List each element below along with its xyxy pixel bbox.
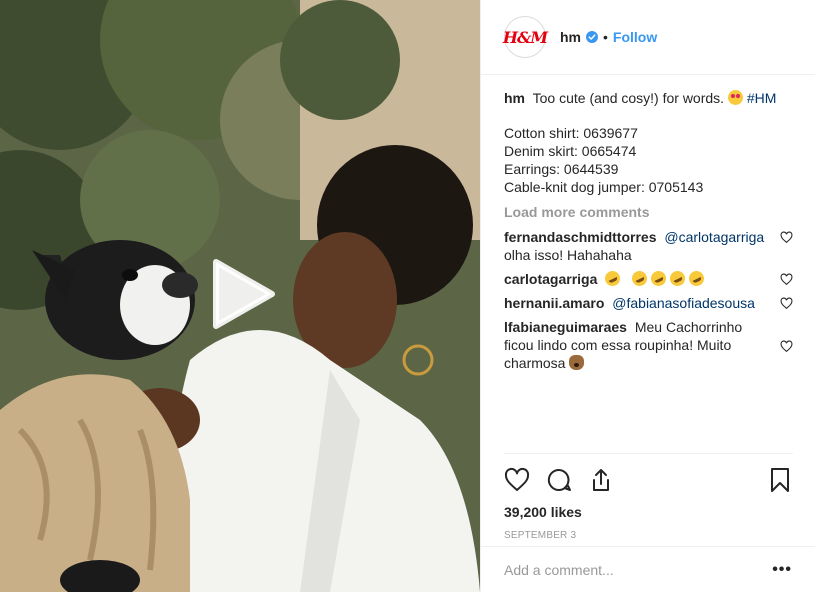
hm-logo: H&M bbox=[502, 27, 548, 47]
bookmark-icon[interactable] bbox=[767, 467, 793, 493]
verified-badge-icon bbox=[586, 31, 598, 43]
heart-eyes-emoji-icon bbox=[727, 90, 743, 105]
comment-item: hernanii.amaro @fabianasofiadesousa bbox=[504, 294, 793, 312]
comment-username[interactable]: carlotagarriga bbox=[504, 271, 597, 287]
comment-text: olha isso! Hahahaha bbox=[504, 247, 632, 263]
comment-mention[interactable]: @fabianasofiadesousa bbox=[612, 295, 755, 311]
comment-username[interactable]: lfabianeguimaraes bbox=[504, 319, 627, 335]
rofl-emoji-icon bbox=[667, 268, 688, 289]
rofl-emoji-icon bbox=[648, 268, 669, 289]
post-actions: 39,200 likes September 3 bbox=[504, 453, 793, 541]
dog-emoji-icon bbox=[569, 355, 585, 370]
comment-input[interactable] bbox=[504, 561, 773, 578]
post-video[interactable] bbox=[0, 0, 480, 592]
comment-item: lfabianeguimaraes Meu Cachorrinho ficou … bbox=[504, 318, 793, 372]
post-caption: hm Too cute (and cosy!) for words. #HM C… bbox=[504, 89, 793, 196]
comment-icon[interactable] bbox=[546, 467, 572, 493]
comment-item: fernandaschmidttorres @carlotagarriga ol… bbox=[504, 228, 793, 264]
avatar[interactable]: H&M bbox=[502, 16, 548, 58]
comment-username[interactable]: fernandaschmidttorres bbox=[504, 229, 656, 245]
like-comment-heart-icon[interactable] bbox=[780, 297, 793, 310]
header-username[interactable]: hm bbox=[560, 29, 581, 45]
rofl-emoji-icon bbox=[602, 268, 623, 289]
instagram-post: H&M hm • Follow hm Too cute (and cosy!) … bbox=[0, 0, 815, 592]
rofl-emoji-icon bbox=[629, 268, 650, 289]
play-icon bbox=[213, 259, 275, 329]
caption-text: Too cute (and cosy!) for words. bbox=[532, 90, 725, 106]
like-comment-heart-icon[interactable] bbox=[780, 340, 793, 353]
like-comment-heart-icon[interactable] bbox=[780, 273, 793, 286]
caption-author[interactable]: hm bbox=[504, 90, 525, 106]
follow-button[interactable]: Follow bbox=[613, 29, 657, 45]
likes-count[interactable]: 39,200 likes bbox=[504, 504, 793, 520]
caption-line: Denim skirt: 0665474 bbox=[504, 143, 637, 159]
comment-item: carlotagarriga bbox=[504, 268, 793, 289]
caption-product-list: Cotton shirt: 0639677 Denim skirt: 06654… bbox=[504, 124, 793, 196]
comment-mention[interactable]: @carlotagarriga bbox=[664, 229, 764, 245]
post-date: September 3 bbox=[504, 530, 577, 541]
caption-line: Cable-knit dog jumper: 0705143 bbox=[504, 179, 704, 195]
action-icons-row bbox=[504, 462, 793, 498]
more-options-button[interactable]: ••• bbox=[772, 561, 792, 579]
comment-username[interactable]: hernanii.amaro bbox=[504, 295, 604, 311]
separator-dot: • bbox=[603, 29, 608, 45]
play-button[interactable] bbox=[206, 258, 278, 330]
comments-section: hm Too cute (and cosy!) for words. #HM C… bbox=[504, 76, 793, 456]
heart-icon[interactable] bbox=[504, 467, 530, 493]
post-sidebar: H&M hm • Follow hm Too cute (and cosy!) … bbox=[480, 0, 815, 592]
caption-line: Cotton shirt: 0639677 bbox=[504, 125, 638, 141]
load-more-comments-button[interactable]: Load more comments bbox=[504, 204, 793, 220]
caption-hashtag[interactable]: #HM bbox=[747, 90, 777, 106]
add-comment-bar: ••• bbox=[481, 546, 815, 592]
post-header: H&M hm • Follow bbox=[481, 0, 815, 75]
rofl-emoji-icon bbox=[686, 268, 707, 289]
share-icon[interactable] bbox=[588, 467, 614, 493]
like-comment-heart-icon[interactable] bbox=[780, 231, 793, 244]
caption-line: Earrings: 0644539 bbox=[504, 161, 619, 177]
